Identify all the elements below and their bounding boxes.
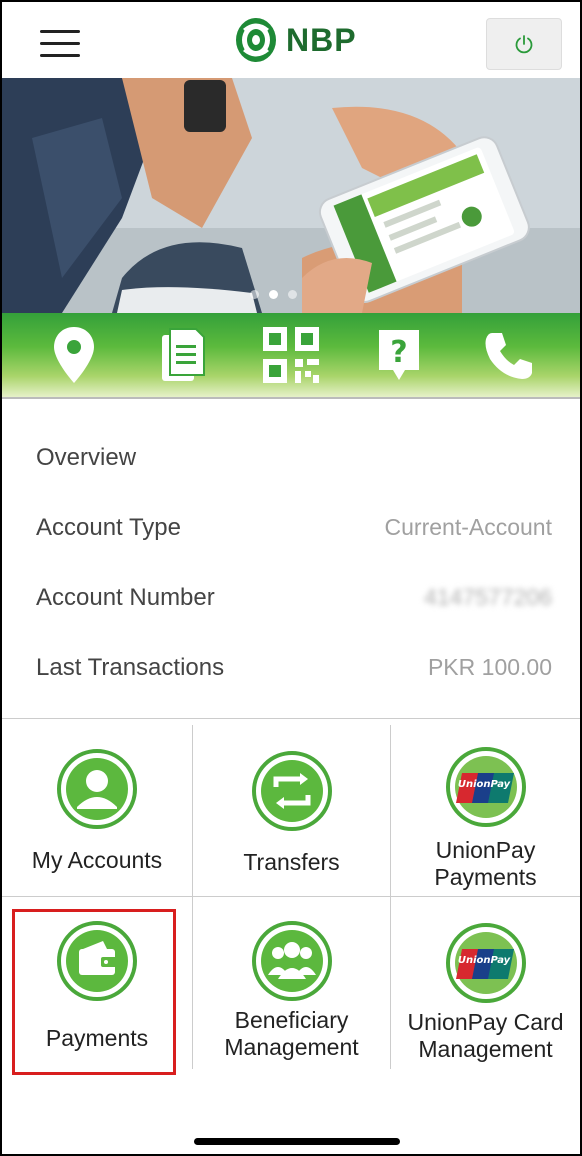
payments-label: Payments [45, 1025, 149, 1051]
beneficiary-management-label: Beneficiary Management [224, 1007, 359, 1060]
logo-text: NBP [286, 21, 357, 58]
carousel-indicator[interactable] [250, 290, 297, 299]
account-number-label: Account Number [36, 584, 215, 611]
unionpay-icon: UnionPay [445, 747, 526, 827]
location-pin-icon[interactable] [44, 323, 104, 387]
top-bar: NBP [2, 2, 580, 78]
app-screen: NBP ? Overview Account Type Current-Acco… [0, 0, 582, 1156]
document-icon[interactable] [153, 323, 213, 387]
promo-banner[interactable] [2, 78, 580, 313]
unionpay-card-management-tile[interactable]: UnionPay UnionPay Card Management [391, 897, 580, 1069]
hamburger-icon[interactable] [40, 30, 80, 58]
my-accounts-tile[interactable]: My Accounts [2, 719, 192, 891]
nbp-emblem-icon [236, 18, 276, 62]
transfers-tile[interactable]: Transfers [193, 719, 390, 891]
last-transactions-row[interactable]: Last Transactions PKR 100.00 [2, 632, 580, 702]
account-number-value: 4147577206 [424, 584, 552, 610]
account-overview: Overview Account Type Current-Account Ac… [2, 422, 580, 702]
phone-icon[interactable] [478, 323, 538, 387]
group-icon [251, 921, 332, 1001]
beneficiary-management-tile[interactable]: Beneficiary Management [193, 897, 390, 1069]
last-transactions-value: PKR 100.00 [427, 654, 552, 680]
help-icon[interactable]: ? [369, 323, 429, 387]
carousel-dot[interactable] [250, 290, 259, 299]
overview-title: Overview [36, 444, 137, 471]
banner-image [2, 78, 580, 313]
overview-header: Overview [2, 422, 580, 492]
unionpay-payments-label: UnionPay Payments [434, 837, 537, 890]
home-indicator[interactable] [194, 1138, 400, 1145]
svg-text:?: ? [391, 335, 408, 370]
account-type-value: Current-Account [384, 514, 552, 540]
account-type-label: Account Type [36, 514, 181, 541]
carousel-dot-active[interactable] [269, 290, 278, 299]
power-button[interactable] [486, 18, 562, 70]
unionpay-icon: UnionPay [445, 923, 526, 1003]
my-accounts-label: My Accounts [31, 847, 163, 873]
account-type-row: Account Type Current-Account [2, 492, 580, 562]
power-icon [515, 35, 533, 54]
transfers-label: Transfers [243, 849, 340, 875]
qr-code-icon[interactable] [261, 323, 321, 387]
svg-text:UnionPay: UnionPay [457, 955, 510, 966]
last-transactions-label: Last Transactions [36, 654, 225, 681]
unionpay-payments-tile[interactable]: UnionPay UnionPay Payments [391, 719, 580, 891]
payments-tile[interactable]: Payments [2, 897, 192, 1069]
unionpay-card-management-label: UnionPay Card Management [407, 1009, 564, 1062]
svg-text:UnionPay: UnionPay [457, 779, 510, 790]
carousel-dot[interactable] [288, 290, 297, 299]
feature-grid: My Accounts Transfers UnionPay UnionPay … [2, 718, 580, 1069]
user-icon [57, 749, 137, 829]
account-number-row: Account Number 4147577206 [2, 562, 580, 632]
transfer-arrows-icon [251, 751, 332, 831]
wallet-icon [57, 921, 137, 1001]
quick-actions-toolbar: ? [2, 313, 580, 399]
nbp-logo: NBP [234, 14, 357, 66]
